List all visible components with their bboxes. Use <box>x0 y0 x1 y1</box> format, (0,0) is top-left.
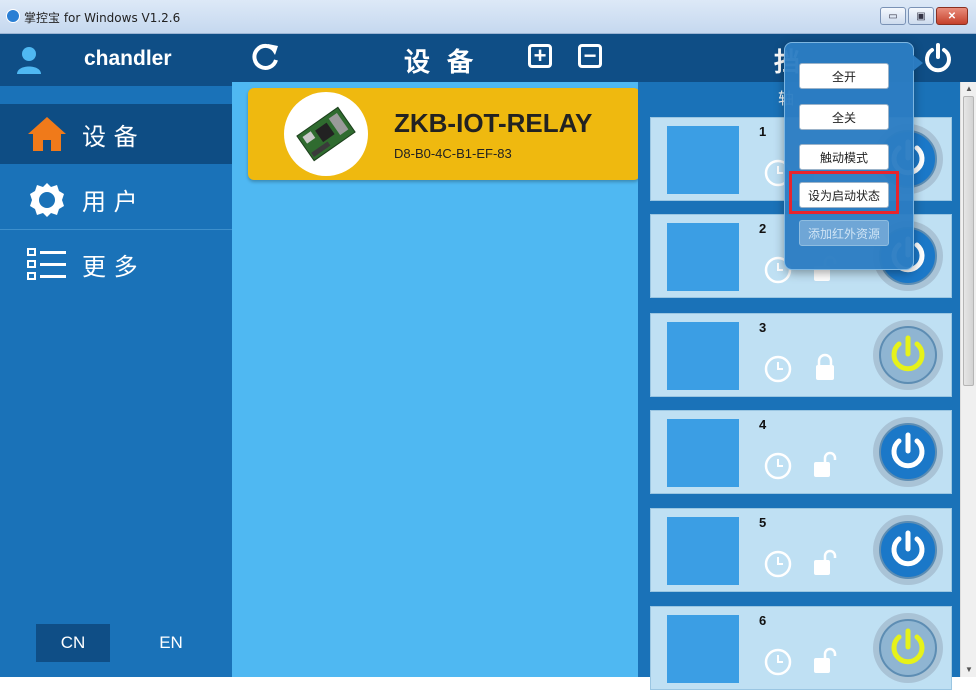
relay-number: 3 <box>759 320 767 335</box>
home-icon <box>26 113 68 155</box>
relay-row[interactable]: 3 <box>650 313 952 397</box>
relay-power-icon[interactable] <box>871 415 945 489</box>
scrollbar-thumb[interactable] <box>963 96 974 386</box>
relay-icon-slot[interactable] <box>667 223 739 291</box>
menu-all-on[interactable]: 全开 <box>799 63 889 89</box>
language-cn-button[interactable]: CN <box>36 624 110 662</box>
popup-pointer <box>913 55 923 71</box>
close-icon: ✕ <box>947 10 957 22</box>
menu-all-off[interactable]: 全关 <box>799 104 889 130</box>
timer-icon[interactable] <box>763 647 793 677</box>
lock-open-icon[interactable] <box>813 645 837 675</box>
scrollbar[interactable]: ▲ ▼ <box>960 82 976 677</box>
relay-number: 6 <box>759 613 767 628</box>
lock-closed-icon[interactable] <box>813 352 837 382</box>
minimize-button[interactable]: ▭ <box>880 7 906 25</box>
menu-add-ir-source: 添加红外资源 <box>799 220 889 246</box>
sidebar-item-label: 用 户 <box>82 188 138 216</box>
device-mac: D8-B0-4C-B1-EF-83 <box>394 146 512 161</box>
relay-number: 4 <box>759 417 767 432</box>
sidebar: chandler 设 备 用 户 更 多 CN EN <box>0 34 232 677</box>
sidebar-item-label: 设 备 <box>82 122 138 151</box>
relay-options-popup: 全开 全关 触动模式 设为启动状态 添加红外资源 <box>784 42 923 270</box>
relay-icon-slot[interactable] <box>667 517 739 585</box>
window-titlebar: 掌控宝 for Windows V1.2.6 ▭ ▣ ✕ <box>0 0 976 34</box>
relay-power-icon[interactable] <box>871 513 945 587</box>
minimize-icon: ▭ <box>888 10 898 22</box>
device-name: ZKB-IOT-RELAY <box>394 108 593 138</box>
window-controls: ▭ ▣ ✕ <box>880 7 968 25</box>
lock-open-icon[interactable] <box>813 449 837 479</box>
relay-icon-slot[interactable] <box>667 322 739 390</box>
list-icon <box>26 243 68 285</box>
refresh-icon[interactable] <box>248 40 282 74</box>
language-en-button[interactable]: EN <box>134 624 208 662</box>
username: chandler <box>84 47 172 70</box>
relay-row[interactable]: 6 <box>650 606 952 690</box>
sidebar-item-users[interactable]: 用 户 <box>0 170 232 230</box>
user-bar[interactable]: chandler <box>0 34 232 86</box>
timer-icon[interactable] <box>763 451 793 481</box>
maximize-button[interactable]: ▣ <box>908 7 934 25</box>
device-card[interactable]: ZKB-IOT-RELAY D8-B0-4C-B1-EF-83 <box>248 88 640 180</box>
maximize-icon: ▣ <box>916 10 926 22</box>
timer-icon[interactable] <box>763 354 793 384</box>
relay-row[interactable]: 5 <box>650 508 952 592</box>
relay-icon-slot[interactable] <box>667 615 739 683</box>
app-icon <box>6 9 20 23</box>
relay-number: 1 <box>759 124 767 139</box>
gear-icon <box>26 179 68 221</box>
sidebar-item-label: 更 多 <box>82 252 138 281</box>
add-device-button[interactable]: + <box>528 44 552 68</box>
menu-trigger-mode[interactable]: 触动模式 <box>799 144 889 170</box>
scroll-down-icon[interactable]: ▼ <box>964 665 974 675</box>
relay-icon-slot[interactable] <box>667 126 739 194</box>
relay-power-icon[interactable] <box>871 611 945 685</box>
relay-number: 2 <box>759 221 767 236</box>
remove-device-button[interactable]: − <box>578 44 602 68</box>
timer-icon[interactable] <box>763 549 793 579</box>
devices-title: 设 备 <box>404 48 478 78</box>
window-title: 掌控宝 for Windows V1.2.6 <box>24 11 181 25</box>
devices-header: 设 备 + − <box>232 34 638 82</box>
sidebar-item-more[interactable]: 更 多 <box>0 234 232 294</box>
scroll-up-icon[interactable]: ▲ <box>964 84 974 94</box>
sidebar-item-devices[interactable]: 设 备 <box>0 104 232 164</box>
close-button[interactable]: ✕ <box>936 7 968 25</box>
relay-row[interactable]: 4 <box>650 410 952 494</box>
relay-power-icon[interactable] <box>871 318 945 392</box>
relay-number: 5 <box>759 515 767 530</box>
device-thumbnail <box>284 92 368 176</box>
power-all-icon[interactable] <box>922 42 954 74</box>
highlight-box <box>789 171 899 214</box>
lock-open-icon[interactable] <box>813 547 837 577</box>
plus-icon: + <box>533 43 547 68</box>
minus-icon: − <box>583 43 597 68</box>
relay-icon-slot[interactable] <box>667 419 739 487</box>
user-icon <box>17 47 41 74</box>
